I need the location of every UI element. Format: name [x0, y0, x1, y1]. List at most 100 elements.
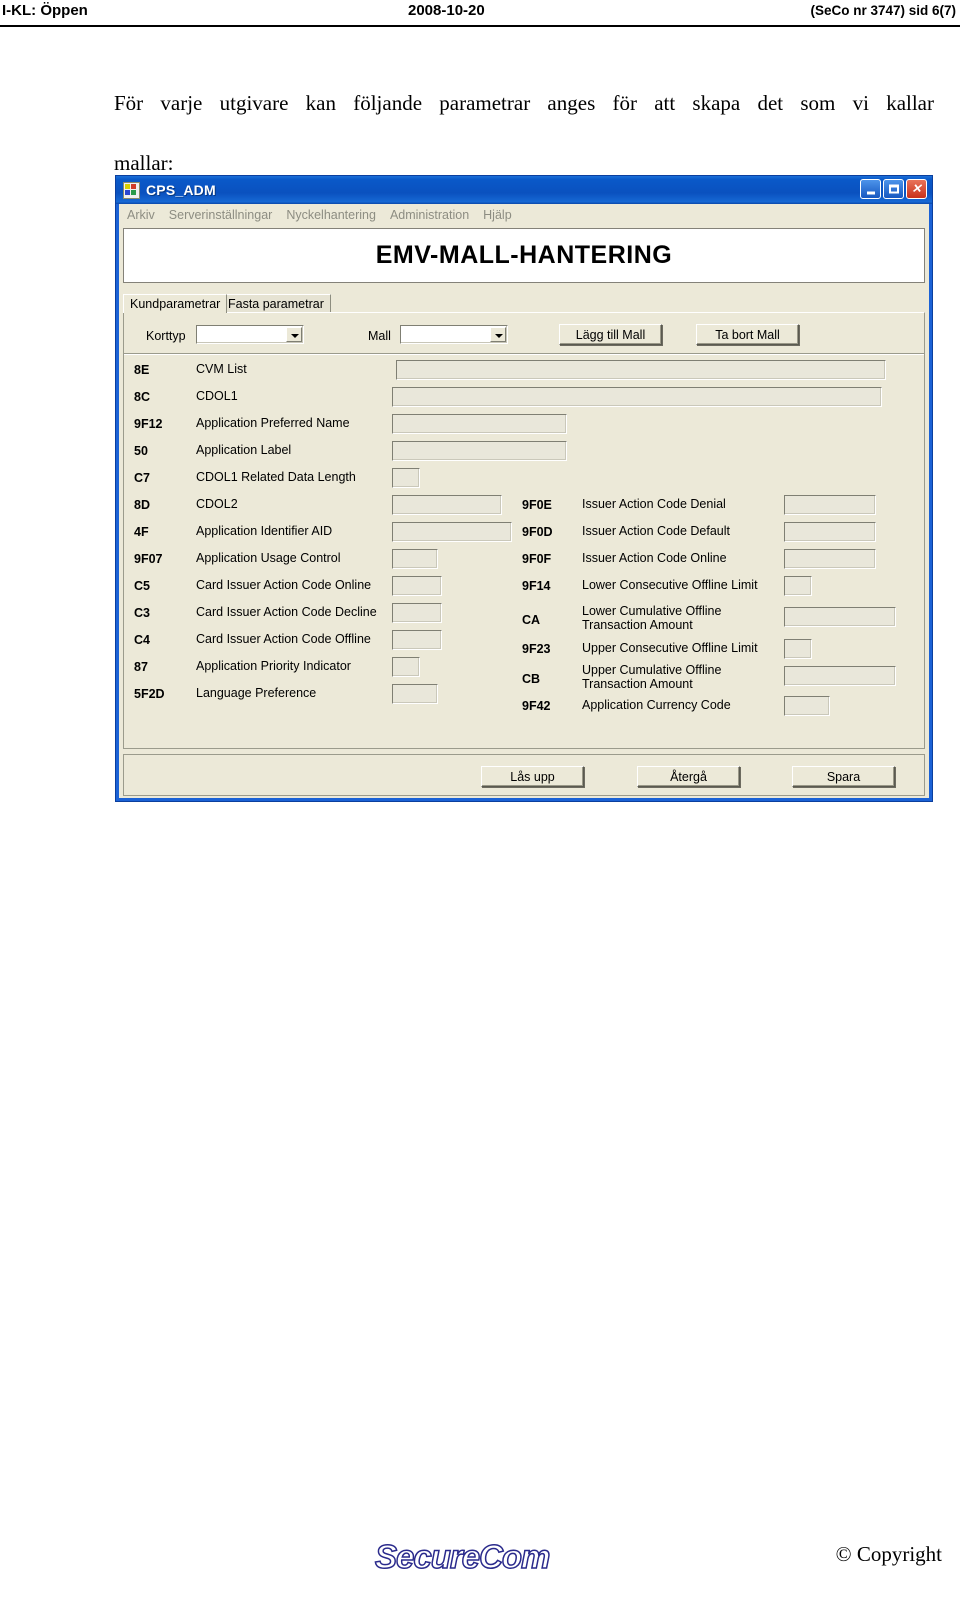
param-row-9f0d: 9F0D Issuer Action Code Default: [522, 521, 922, 547]
window-titlebar[interactable]: CPS_ADM ✕: [116, 176, 932, 204]
unlock-button[interactable]: Lås upp: [481, 766, 584, 787]
param-input-issuer-action-code-default[interactable]: [784, 522, 876, 542]
param-label: Card Issuer Action Code Decline: [196, 605, 377, 619]
param-tag: CA: [522, 613, 541, 627]
close-button[interactable]: ✕: [906, 179, 927, 199]
menu-item-serverinstallningar[interactable]: Serverinställningar: [169, 208, 273, 222]
action-button-bar: Lås upp Återgå Spara: [123, 754, 925, 796]
param-input-upper-cumulative-offline-transaction-amount[interactable]: [784, 666, 896, 686]
param-input-card-issuer-action-code-offline[interactable]: [392, 630, 442, 650]
param-label: Language Preference: [196, 686, 317, 700]
param-tag: 8C: [134, 390, 150, 404]
param-tag: 9F07: [134, 552, 163, 566]
minimize-button[interactable]: [860, 179, 881, 199]
param-input-cdol2[interactable]: [392, 495, 502, 515]
screen-heading: EMV-MALL-HANTERING: [375, 241, 673, 269]
heading-panel: EMV-MALL-HANTERING: [123, 228, 925, 283]
copyright-notice: © Copyright: [835, 1542, 942, 1566]
remove-template-button[interactable]: Ta bort Mall: [696, 324, 799, 345]
param-row-8c: 8C CDOL1: [134, 386, 882, 412]
toolbar-separator: [124, 353, 924, 355]
param-label: Card Issuer Action Code Online: [196, 578, 372, 592]
param-input-cvm-list[interactable]: [396, 360, 886, 380]
param-row-50: 50 Application Label: [134, 440, 654, 466]
param-label-line2: Transaction Amount: [582, 618, 693, 632]
param-input-cdol1[interactable]: [392, 387, 882, 407]
param-label: Card Issuer Action Code Offline: [196, 632, 371, 646]
param-input-application-priority-indicator[interactable]: [392, 657, 420, 677]
param-label: Application Preferred Name: [196, 416, 350, 430]
param-input-application-usage-control[interactable]: [392, 549, 438, 569]
window-controls: ✕: [860, 179, 927, 199]
param-label: CVM List: [196, 362, 247, 376]
param-tag: 9F23: [522, 642, 551, 656]
back-button[interactable]: Återgå: [637, 766, 740, 787]
param-input-language-preference[interactable]: [392, 684, 438, 704]
menu-item-hjalp[interactable]: Hjälp: [483, 208, 512, 222]
param-input-card-issuer-action-code-online[interactable]: [392, 576, 442, 596]
param-input-lower-consecutive-offline-limit[interactable]: [784, 576, 812, 596]
param-input-application-label[interactable]: [392, 441, 567, 461]
param-label: Application Identifier AID: [196, 524, 333, 538]
save-button[interactable]: Spara: [792, 766, 895, 787]
param-tag: 87: [134, 660, 148, 674]
tab-kundparametrar[interactable]: Kundparametrar: [123, 294, 228, 313]
param-label: Lower Consecutive Offline Limit: [582, 578, 758, 592]
close-icon: ✕: [911, 181, 922, 196]
param-tag: 5F2D: [134, 687, 165, 701]
korttyp-dropdown[interactable]: [196, 325, 304, 344]
param-row-9f23: 9F23 Upper Consecutive Offline Limit: [522, 638, 922, 664]
param-input-issuer-action-code-denial[interactable]: [784, 495, 876, 515]
param-input-lower-cumulative-offline-transaction-amount[interactable]: [784, 607, 896, 627]
window-title: CPS_ADM: [146, 182, 216, 198]
param-label-line2: Transaction Amount: [582, 677, 693, 691]
menu-item-administration[interactable]: Administration: [390, 208, 469, 222]
param-input-application-identifier-aid[interactable]: [392, 522, 512, 542]
tab-fasta-parametrar[interactable]: Fasta parametrar: [221, 294, 331, 313]
param-input-upper-consecutive-offline-limit[interactable]: [784, 639, 812, 659]
chevron-down-icon[interactable]: [490, 327, 506, 342]
param-tag: 50: [134, 444, 148, 458]
param-label: Upper Cumulative Offline: [582, 663, 722, 677]
param-tag: 9F42: [522, 699, 551, 713]
param-tag: 9F14: [522, 579, 551, 593]
chevron-down-icon[interactable]: [286, 327, 302, 342]
param-tag: C4: [134, 633, 150, 647]
param-tag: 8E: [134, 363, 150, 377]
param-input-cdol1-related-data-length[interactable]: [392, 468, 420, 488]
param-label: Issuer Action Code Online: [582, 551, 727, 565]
cps-adm-window: CPS_ADM ✕ Arkiv Serverinställningar Nyck…: [115, 175, 933, 802]
securecom-logo: SecureCom: [374, 1537, 551, 1576]
param-tag: 9F0E: [522, 498, 552, 512]
header-rule: [0, 25, 960, 27]
param-input-issuer-action-code-online[interactable]: [784, 549, 876, 569]
param-label: CDOL1: [196, 389, 238, 403]
param-label: Application Priority Indicator: [196, 659, 351, 673]
param-label: Application Label: [196, 443, 292, 457]
param-label: CDOL2: [196, 497, 238, 511]
param-row-9f0f: 9F0F Issuer Action Code Online: [522, 548, 922, 574]
param-tag: 9F0D: [522, 525, 553, 539]
tab-strip: Kundparametrar Fasta parametrar: [123, 294, 925, 313]
param-row-c7: C7 CDOL1 Related Data Length: [134, 467, 654, 493]
mall-label: Mall: [368, 329, 391, 343]
template-toolbar: Korttyp Mall Lägg till Mall Ta bort Mall: [124, 321, 924, 353]
param-label: Upper Consecutive Offline Limit: [582, 641, 758, 655]
param-tag: 9F0F: [522, 552, 552, 566]
mall-dropdown[interactable]: [400, 325, 508, 344]
add-template-button[interactable]: Lägg till Mall: [559, 324, 662, 345]
param-row-9f14: 9F14 Lower Consecutive Offline Limit: [522, 575, 922, 601]
tab-page-kundparametrar: Korttyp Mall Lägg till Mall Ta bort Mall…: [123, 312, 925, 749]
paragraph-line-2: mallar:: [114, 151, 174, 175]
param-input-application-currency-code[interactable]: [784, 696, 830, 716]
param-input-application-preferred-name[interactable]: [392, 414, 567, 434]
menu-item-nyckelhantering[interactable]: Nyckelhantering: [286, 208, 376, 222]
param-tag: C7: [134, 471, 150, 485]
param-label: Lower Cumulative Offline: [582, 604, 722, 618]
menu-bar: Arkiv Serverinställningar Nyckelhanterin…: [119, 204, 929, 226]
menu-item-arkiv[interactable]: Arkiv: [127, 208, 155, 222]
param-input-card-issuer-action-code-decline[interactable]: [392, 603, 442, 623]
param-tag: CB: [522, 672, 541, 686]
param-row-8e: 8E CVM List: [134, 359, 886, 385]
maximize-button[interactable]: [883, 179, 904, 199]
